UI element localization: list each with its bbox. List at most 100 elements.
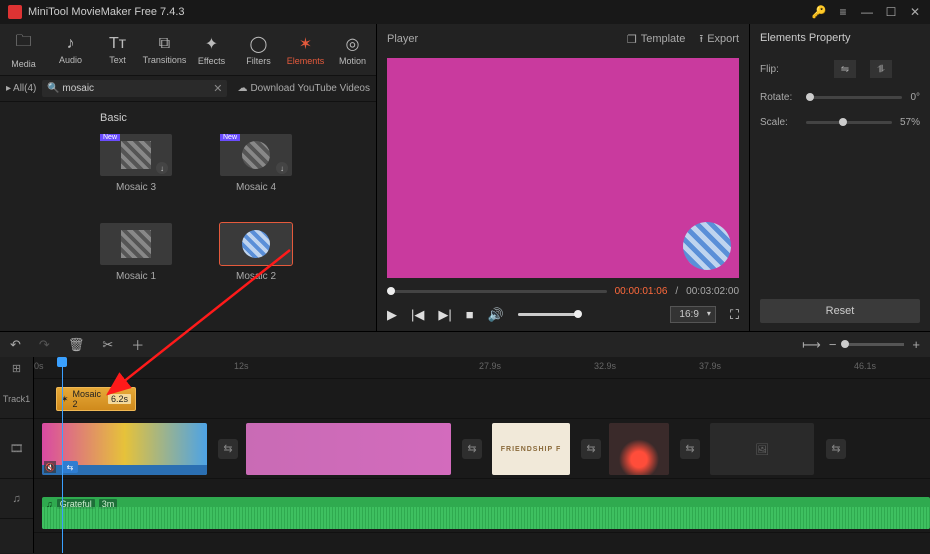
scale-value: 57% (900, 117, 920, 128)
element-clip-mosaic-2[interactable]: ✶ Mosaic 2 6.2s (56, 387, 136, 411)
app-title: MiniTool MovieMaker Free 7.4.3 (28, 6, 185, 18)
tab-motion[interactable]: ◎Motion (329, 24, 376, 75)
tab-transitions[interactable]: ⧉Transitions (141, 24, 188, 75)
flip-horizontal-button[interactable]: ⇋ (834, 60, 856, 78)
transitions-icon: ⧉ (159, 35, 170, 53)
flip-label: Flip: (760, 64, 798, 75)
element-thumb-mosaic-2[interactable]: Mosaic 2 (220, 223, 292, 282)
search-icon: 🔍 (47, 83, 59, 94)
audio-track[interactable]: ♫ Grateful 3m (34, 493, 930, 533)
video-clip-4[interactable] (609, 423, 669, 475)
undo-button[interactable]: ↶ (10, 337, 21, 353)
motion-icon: ◎ (346, 34, 360, 54)
volume-slider[interactable] (518, 313, 578, 316)
tab-elements[interactable]: ✶Elements (282, 24, 329, 75)
tab-text[interactable]: TᴛText (94, 24, 141, 75)
scale-label: Scale: (760, 117, 798, 128)
track1-label: Track1 (0, 379, 33, 419)
video-clip-3[interactable]: FRIENDSHIP F (492, 423, 570, 475)
zoom-fit-button[interactable]: ⟼ (802, 337, 821, 353)
app-logo (8, 5, 22, 19)
add-track-button[interactable]: ⊞ (0, 357, 33, 379)
category-label: Basic (100, 112, 366, 124)
text-icon: Tᴛ (109, 35, 126, 53)
zoom-slider[interactable] (844, 343, 904, 346)
elements-track[interactable]: ✶ Mosaic 2 6.2s (34, 379, 930, 419)
tab-effects[interactable]: ✦Effects (188, 24, 235, 75)
delete-button[interactable]: 🗑 (68, 337, 85, 353)
playhead[interactable] (62, 357, 63, 553)
video-track-icon[interactable]: 🎞 (10, 438, 24, 460)
new-badge: New (220, 134, 240, 141)
flip-vertical-button[interactable]: ⥮ (870, 60, 892, 78)
filters-icon: ◯ (250, 34, 268, 54)
scale-slider[interactable] (806, 121, 892, 124)
element-thumb-mosaic-1[interactable]: Mosaic 1 (100, 223, 172, 282)
transition-slot-1[interactable]: ⇆ (218, 439, 238, 459)
current-time: 00:00:01:06 (615, 286, 668, 297)
tab-filters[interactable]: ◯Filters (235, 24, 282, 75)
video-track[interactable]: 🔇 ⇆ ⇆ ⇆ FRIENDSHIP F ⇆ ⇆ 🖼 ⇆ (34, 419, 930, 479)
clear-search-button[interactable]: ✕ (213, 82, 222, 95)
main-toolbar: 🗀Media ♪Audio TᴛText ⧉Transitions ✦Effec… (0, 24, 376, 76)
video-clip-2[interactable] (246, 423, 451, 475)
zoom-out-button[interactable]: − (829, 337, 837, 352)
export-button[interactable]: ⭱Export (699, 30, 739, 49)
template-button[interactable]: ❐Template (627, 30, 686, 49)
player-viewport[interactable] (387, 58, 739, 278)
rotate-slider[interactable] (806, 96, 902, 99)
zoom-in-button[interactable]: + (912, 337, 920, 352)
tab-media[interactable]: 🗀Media (0, 24, 47, 75)
upgrade-key-icon[interactable]: 🔑 (812, 5, 826, 19)
transition-applied-icon[interactable]: ⇆ (62, 461, 78, 473)
stop-button[interactable]: ■ (466, 307, 474, 322)
next-frame-button[interactable]: ▶| (438, 307, 451, 323)
total-time: 00:03:02:00 (686, 286, 739, 297)
minimize-button[interactable]: — (860, 5, 874, 19)
mosaic-overlay[interactable] (683, 222, 731, 270)
export-icon: ⭱ (699, 30, 703, 49)
new-badge: New (100, 134, 120, 141)
properties-title: Elements Property (760, 32, 920, 44)
rotate-label: Rotate: (760, 92, 798, 103)
aspect-ratio-select[interactable]: 16:9 (670, 306, 715, 323)
prev-frame-button[interactable]: |◀ (411, 307, 424, 323)
volume-icon[interactable]: 🔊 (488, 307, 504, 323)
seek-slider[interactable] (387, 290, 607, 293)
reset-button[interactable]: Reset (760, 299, 920, 323)
split-button[interactable]: ✂ (102, 337, 113, 353)
redo-button[interactable]: ↷ (39, 337, 50, 353)
clip-mute-icon[interactable]: 🔇 (44, 461, 56, 473)
transition-slot-5[interactable]: ⇆ (826, 439, 846, 459)
video-clip-1[interactable]: 🔇 ⇆ (42, 423, 207, 475)
add-marker-button[interactable]: ＋ (131, 335, 144, 354)
download-youtube-link[interactable]: ☁︎Download YouTube Videos (237, 83, 370, 94)
rotate-value: 0° (910, 92, 920, 103)
timeline-ruler[interactable]: 0s 12s 27.9s 32.9s 37.9s 46.1s (34, 357, 930, 379)
download-icon[interactable]: ↓ (156, 162, 168, 174)
transition-slot-4[interactable]: ⇆ (680, 439, 700, 459)
time-sep: / (675, 286, 678, 297)
audio-clip-grateful[interactable]: ♫ Grateful 3m (42, 497, 930, 529)
category-all-toggle[interactable]: ▸ All(4) (6, 83, 36, 94)
image-placeholder-icon: 🖼 (755, 443, 769, 456)
maximize-button[interactable]: ☐ (884, 5, 898, 19)
element-thumb-mosaic-4[interactable]: New↓ Mosaic 4 (220, 134, 292, 193)
player-title: Player (387, 33, 418, 45)
cloud-icon: ☁︎ (237, 83, 247, 94)
video-clip-placeholder[interactable]: 🖼 (710, 423, 814, 475)
download-icon[interactable]: ↓ (276, 162, 288, 174)
fullscreen-button[interactable]: ⛶ (730, 307, 739, 323)
media-icon: 🗀 (15, 30, 31, 57)
tab-audio[interactable]: ♪Audio (47, 24, 94, 75)
search-input[interactable] (42, 80, 227, 97)
close-button[interactable]: ✕ (908, 5, 922, 19)
template-icon: ❐ (627, 33, 637, 46)
play-button[interactable]: ▶ (387, 307, 397, 323)
audio-track-icon[interactable]: ♫ (12, 488, 20, 510)
transition-slot-3[interactable]: ⇆ (581, 439, 601, 459)
element-thumb-mosaic-3[interactable]: New↓ Mosaic 3 (100, 134, 172, 193)
menu-icon[interactable]: ≡ (836, 5, 850, 19)
transition-slot-2[interactable]: ⇆ (462, 439, 482, 459)
audio-icon: ♪ (67, 35, 75, 53)
